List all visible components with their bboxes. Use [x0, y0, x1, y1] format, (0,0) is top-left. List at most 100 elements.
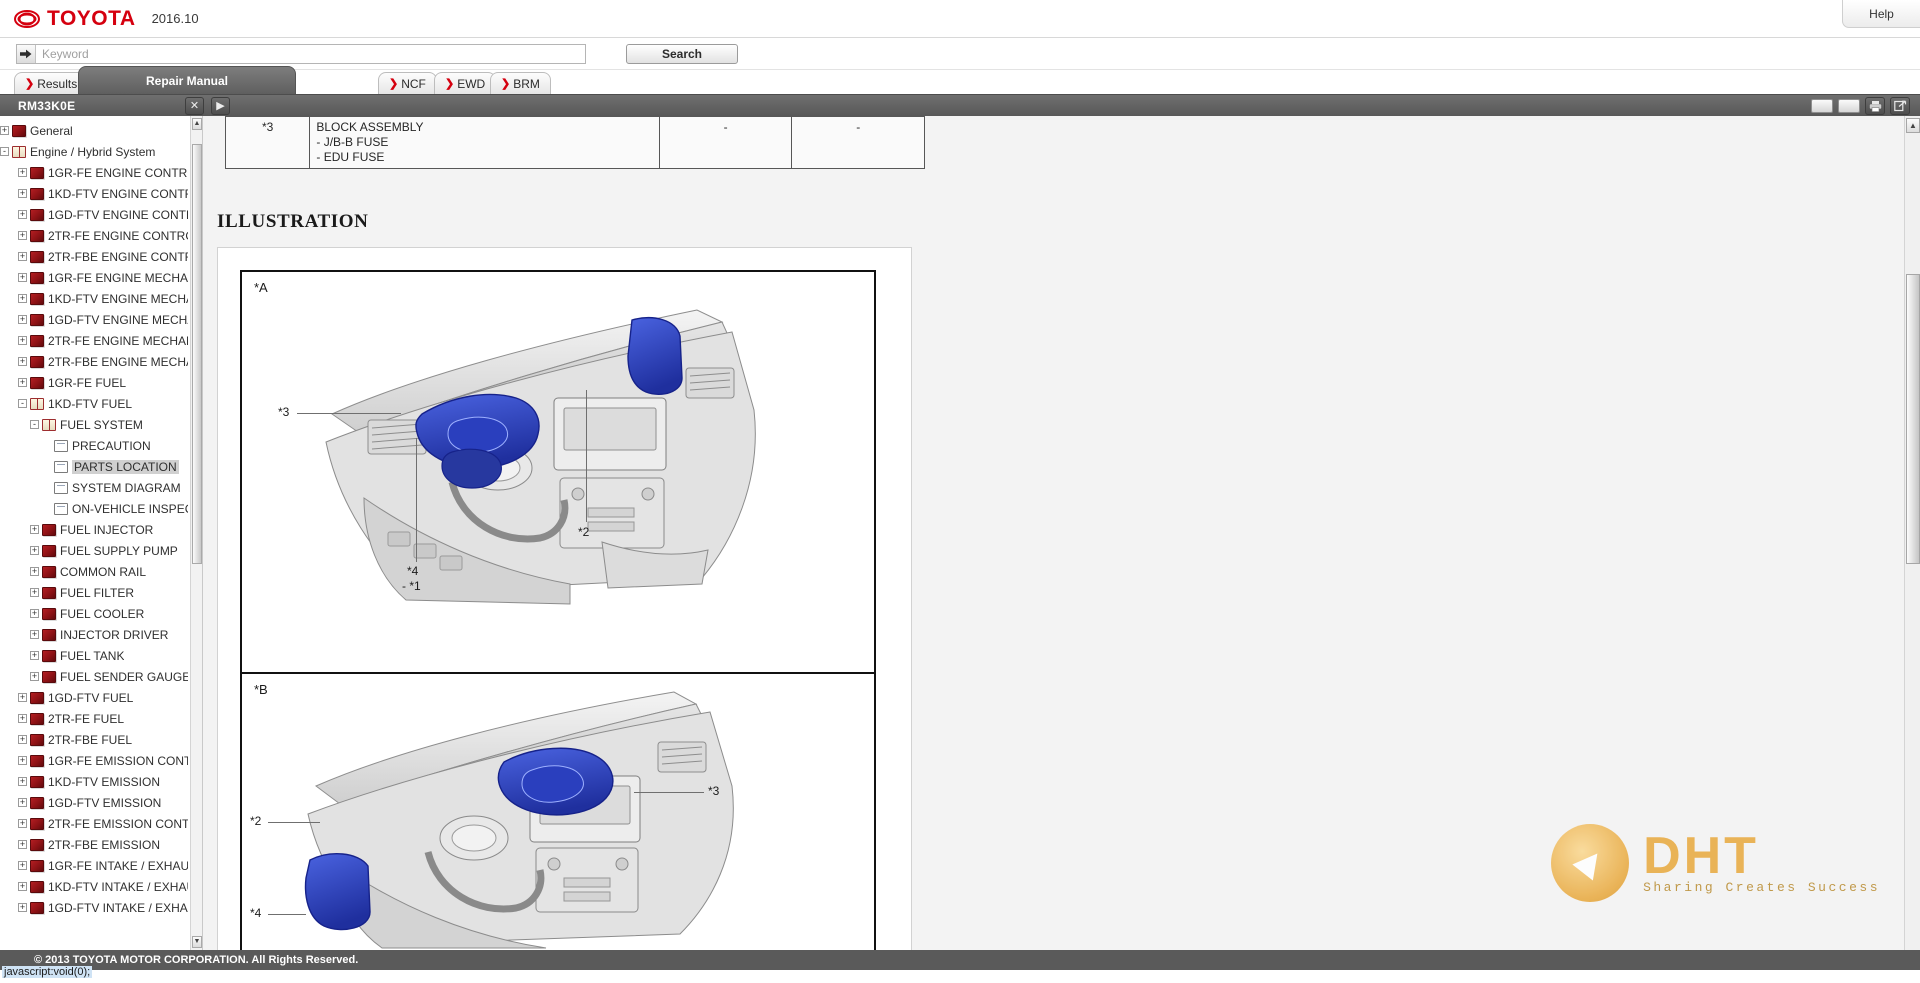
layout-single-icon[interactable] [1811, 98, 1833, 113]
sidebar-item-fuel-filter[interactable]: + FUEL FILTER [0, 582, 190, 603]
sidebar-scroll-thumb[interactable] [192, 144, 202, 564]
sidebar-item-2tr-fe-engine-mechanical[interactable]: +2TR-FE ENGINE MECHANICAL [0, 330, 190, 351]
expand-icon[interactable]: + [18, 252, 27, 261]
sidebar-item-general[interactable]: + General [0, 120, 190, 141]
collapse-icon[interactable]: - [18, 399, 27, 408]
search-input[interactable] [36, 44, 585, 63]
sidebar-item-1kd-ftv-engine-mechanical[interactable]: +1KD-FTV ENGINE MECHANICAL [0, 288, 190, 309]
tab-brm[interactable]: ❯ BRM [490, 72, 551, 94]
content-vertical-scrollbar[interactable]: ▲ ▼ [1904, 116, 1920, 972]
expand-icon[interactable]: + [30, 672, 39, 681]
expand-icon[interactable]: + [18, 294, 27, 303]
expand-icon[interactable]: + [18, 168, 27, 177]
tab-ewd[interactable]: ❯ EWD [434, 72, 497, 94]
sidebar-item-engine-hybrid-system[interactable]: - Engine / Hybrid System [0, 141, 190, 162]
sidebar-item-parts-location[interactable]: PARTS LOCATION [0, 456, 190, 477]
sidebar-item-1gr-fe-engine-control[interactable]: +1GR-FE ENGINE CONTROL [0, 162, 190, 183]
expand-icon[interactable]: + [18, 798, 27, 807]
sidebar-item-2tr-fbe-emission[interactable]: +2TR-FBE EMISSION [0, 834, 190, 855]
tab-ncf[interactable]: ❯ NCF [378, 72, 437, 94]
sidebar-item-1gd-ftv-fuel[interactable]: +1GD-FTV FUEL [0, 687, 190, 708]
sidebar-item-1gd-ftv-engine-control[interactable]: +1GD-FTV ENGINE CONTROL [0, 204, 190, 225]
scroll-up-icon[interactable]: ▲ [192, 118, 202, 130]
expand-icon[interactable]: + [18, 882, 27, 891]
expand-icon[interactable]: + [18, 189, 27, 198]
sidebar-item-1gr-fe-intake-exhaust[interactable]: +1GR-FE INTAKE / EXHAUST [0, 855, 190, 876]
collapse-icon[interactable]: - [30, 420, 39, 429]
expand-icon[interactable]: + [18, 714, 27, 723]
layout-split-icon[interactable] [1838, 98, 1860, 113]
search-button[interactable]: Search [626, 43, 738, 64]
tab-repair-manual[interactable]: Repair Manual [78, 66, 296, 94]
sidebar-item-2tr-fe-fuel[interactable]: +2TR-FE FUEL [0, 708, 190, 729]
expand-icon[interactable]: + [18, 903, 27, 912]
expand-icon[interactable]: + [0, 126, 9, 135]
expand-icon[interactable]: + [18, 231, 27, 240]
sidebar-item-1kd-ftv-emission[interactable]: +1KD-FTV EMISSION [0, 771, 190, 792]
sidebar-item-common-rail[interactable]: + COMMON RAIL [0, 561, 190, 582]
expand-icon[interactable]: + [18, 840, 27, 849]
sidebar-item-1gr-fe-engine-mechanical[interactable]: +1GR-FE ENGINE MECHANICAL [0, 267, 190, 288]
expand-icon[interactable]: + [30, 630, 39, 639]
expand-icon[interactable]: + [18, 777, 27, 786]
sidebar-item-label: 2TR-FE FUEL [48, 711, 125, 726]
expand-icon[interactable]: + [18, 378, 27, 387]
play-icon[interactable]: ▶ [211, 96, 230, 115]
expand-icon[interactable]: + [18, 861, 27, 870]
parts-table: *3 BLOCK ASSEMBLY - J/B-B FUSE - EDU FUS… [224, 116, 925, 169]
sidebar-item-precaution[interactable]: PRECAUTION [0, 435, 190, 456]
sidebar-item-fuel-supply-pump[interactable]: + FUEL SUPPLY PUMP [0, 540, 190, 561]
sidebar-item-1gd-ftv-engine-mechanical[interactable]: +1GD-FTV ENGINE MECHANICAL [0, 309, 190, 330]
expand-icon[interactable]: + [18, 315, 27, 324]
sidebar-item-injector-driver[interactable]: + INJECTOR DRIVER [0, 624, 190, 645]
expand-icon[interactable]: + [18, 693, 27, 702]
sidebar-item-fuel-sender-gauge[interactable]: + FUEL SENDER GAUGE [0, 666, 190, 687]
expand-icon[interactable]: + [30, 588, 39, 597]
content-scroll-up-icon[interactable]: ▲ [1906, 118, 1920, 133]
sidebar-item-label: PRECAUTION [72, 438, 151, 453]
sidebar-item-2tr-fbe-engine-control[interactable]: +2TR-FBE ENGINE CONTROL [0, 246, 190, 267]
content-scroll-thumb[interactable] [1906, 274, 1920, 564]
expand-icon[interactable]: + [18, 273, 27, 282]
sidebar-item-1kd-ftv-engine-control[interactable]: +1KD-FTV ENGINE CONTROL [0, 183, 190, 204]
expand-icon[interactable]: + [30, 609, 39, 618]
figure-a-label: *A [254, 280, 268, 295]
sidebar-vertical-scrollbar[interactable]: ▲ ▼ [190, 116, 202, 950]
sidebar-item-2tr-fbe-fuel[interactable]: +2TR-FBE FUEL [0, 729, 190, 750]
expand-icon[interactable]: + [30, 525, 39, 534]
sidebar-item-1kd-ftv-intake-exhaust[interactable]: +1KD-FTV INTAKE / EXHAUST [0, 876, 190, 897]
sidebar-item-fuel-cooler[interactable]: + FUEL COOLER [0, 603, 190, 624]
close-icon[interactable]: ✕ [185, 96, 204, 115]
sidebar-item-fuel-tank[interactable]: + FUEL TANK [0, 645, 190, 666]
sidebar-item-label: 1GD-FTV ENGINE MECHANICAL [48, 312, 188, 327]
scroll-down-icon[interactable]: ▼ [192, 936, 202, 948]
sidebar-item-1kd-ftv-fuel[interactable]: - 1KD-FTV FUEL [0, 393, 190, 414]
toolbar-right-group [1811, 96, 1910, 115]
sidebar-item-1gr-fe-fuel[interactable]: +1GR-FE FUEL [0, 372, 190, 393]
expand-icon[interactable]: + [30, 651, 39, 660]
expand-icon[interactable]: + [18, 756, 27, 765]
help-button[interactable]: Help [1842, 0, 1920, 28]
expand-icon[interactable]: + [18, 336, 27, 345]
sidebar-item-fuel-injector[interactable]: + FUEL INJECTOR [0, 519, 190, 540]
sidebar-item-2tr-fe-engine-control[interactable]: +2TR-FE ENGINE CONTROL [0, 225, 190, 246]
expand-icon[interactable]: + [30, 546, 39, 555]
sidebar-item-1gd-ftv-intake-exhaust[interactable]: +1GD-FTV INTAKE / EXHAUST [0, 897, 190, 918]
sidebar-item-2tr-fe-emission-control[interactable]: +2TR-FE EMISSION CONTROL [0, 813, 190, 834]
expand-icon[interactable]: + [18, 357, 27, 366]
sidebar-item-fuel-system[interactable]: - FUEL SYSTEM [0, 414, 190, 435]
sidebar-item-on-vehicle-inspection[interactable]: ON-VEHICLE INSPECTION [0, 498, 190, 519]
popout-icon[interactable] [1890, 96, 1910, 115]
expand-icon[interactable]: + [30, 567, 39, 576]
print-icon[interactable] [1865, 96, 1885, 115]
sidebar-item-label: 2TR-FE EMISSION CONTROL [48, 816, 188, 831]
expand-icon[interactable]: + [18, 819, 27, 828]
sidebar-item-system-diagram[interactable]: SYSTEM DIAGRAM [0, 477, 190, 498]
expand-icon[interactable]: + [18, 735, 27, 744]
sidebar-item-1gr-fe-emission-control[interactable]: +1GR-FE EMISSION CONTROL [0, 750, 190, 771]
sidebar-item-2tr-fbe-engine-mechanical[interactable]: +2TR-FBE ENGINE MECHANICAL [0, 351, 190, 372]
expand-icon[interactable]: + [18, 210, 27, 219]
sidebar-item-1gd-ftv-emission[interactable]: +1GD-FTV EMISSION [0, 792, 190, 813]
collapse-icon[interactable]: - [0, 147, 9, 156]
search-go-icon[interactable] [17, 44, 36, 63]
